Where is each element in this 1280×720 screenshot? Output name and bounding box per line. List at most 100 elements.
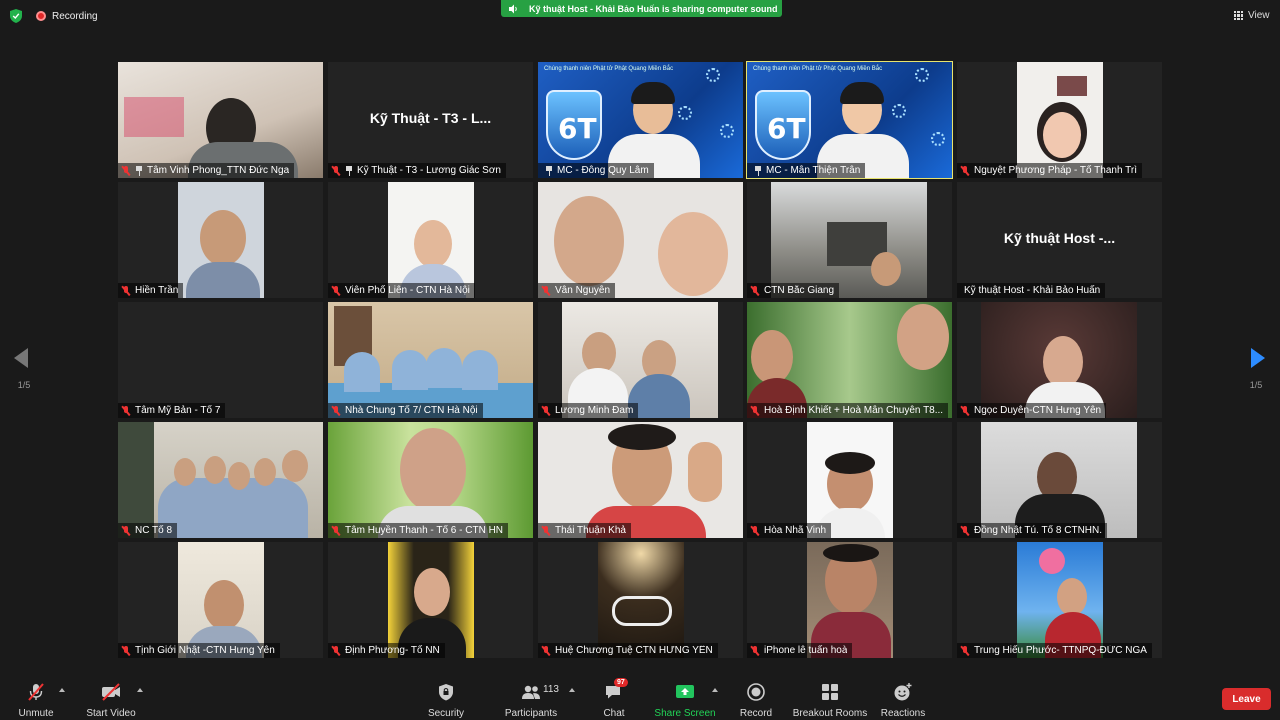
participant-tile[interactable]: Kỹ Thuật - T3 - L... Kỹ Thuật - T3 - Lươ… <box>328 62 533 178</box>
leave-button[interactable]: Leave <box>1222 688 1271 710</box>
meeting-toolbar: Unmute Start Video Security 113 Particip… <box>0 672 1280 720</box>
page-indicator-right: 1/5 <box>1249 380 1263 390</box>
video-feed <box>1017 542 1103 658</box>
participant-tile[interactable]: Tịnh Giới Nhật -CTN Hưng Yên <box>118 542 323 658</box>
breakout-rooms-button[interactable]: Breakout Rooms <box>792 672 868 720</box>
participant-name: Hòa Nhã Vinh <box>764 525 827 536</box>
participant-tile[interactable]: CTN Bắc Giang <box>747 182 952 298</box>
participant-name: Ngọc Duyên-CTN Hưng Yên <box>974 405 1102 416</box>
participant-tile[interactable]: Đồng Nhật Tú. Tổ 8 CTNHN. <box>957 422 1162 538</box>
participant-tile[interactable]: Huệ Chương Tuệ CTN HƯNG YÊN <box>538 542 743 658</box>
participant-tile[interactable]: Tâm Mỹ Bản - Tổ 7 <box>118 302 323 418</box>
participant-name-tag: Tâm Mỹ Bản - Tổ 7 <box>118 403 226 418</box>
participant-name: Định Phương- Tổ NN <box>345 645 440 656</box>
participant-tile[interactable]: Thái Thuận Khả <box>538 422 743 538</box>
mic-muted-icon <box>121 165 131 176</box>
participant-tile[interactable]: Chúng thanh niên Phật tử Phật Quang Miền… <box>538 62 743 178</box>
encryption-shield-icon[interactable] <box>10 9 22 23</box>
participant-name: iPhone lê tuấn hoà <box>764 645 848 656</box>
participant-name-tag: Tịnh Giới Nhật -CTN Hưng Yên <box>118 643 280 658</box>
next-page-arrow-icon[interactable] <box>1251 348 1265 368</box>
participant-tile[interactable]: Tâm Huyền Thanh - Tổ 6 - CTN HN <box>328 422 533 538</box>
participant-name: NC Tổ 8 <box>135 525 173 536</box>
mic-muted-icon <box>750 645 760 656</box>
participants-options-caret-icon[interactable] <box>569 688 575 692</box>
share-screen-icon <box>676 685 694 698</box>
participant-tile[interactable]: Định Phương- Tổ NN <box>328 542 533 658</box>
participant-tile[interactable]: NC Tổ 8 <box>118 422 323 538</box>
speaker-icon <box>509 4 517 13</box>
participant-name: Huệ Chương Tuệ CTN HƯNG YÊN <box>555 645 713 656</box>
share-screen-button[interactable]: Share Screen <box>654 672 716 720</box>
page-indicator-left: 1/5 <box>17 380 31 390</box>
participant-tile[interactable]: Vân Nguyễn <box>538 182 743 298</box>
view-label: View <box>1248 10 1270 21</box>
participant-name-tag: Vân Nguyễn <box>538 283 616 298</box>
start-video-button[interactable]: Start Video <box>82 672 140 720</box>
participant-big-name: Kỹ Thuật - T3 - L... <box>369 110 492 126</box>
participant-tile[interactable]: Hòa Nhã Vinh <box>747 422 952 538</box>
mic-muted-icon <box>750 405 760 416</box>
participant-name: Đồng Nhật Tú. Tổ 8 CTNHN. <box>974 525 1103 536</box>
participant-name: Lương Minh Đam <box>555 405 634 416</box>
view-button[interactable]: View <box>1234 10 1270 21</box>
mic-muted-icon <box>121 285 131 296</box>
participant-tile-active-speaker[interactable]: Chúng thanh niên Phật tử Phật Quang Miền… <box>746 61 953 179</box>
mc-banner-text: Chúng thanh niên Phật tử Phật Quang Miền… <box>753 66 883 72</box>
participant-tile[interactable]: Hoà Định Khiết + Hoà Mẫn Chuyên T8... <box>747 302 952 418</box>
participant-name: Thái Thuận Khả <box>555 525 626 536</box>
video-feed <box>178 542 264 658</box>
participant-tile[interactable]: Lương Minh Đam <box>538 302 743 418</box>
participant-name: Hoà Định Khiết + Hoà Mẫn Chuyên T8... <box>764 405 944 416</box>
participant-tile[interactable]: Tâm Vinh Phong_TTN Đức Nga <box>118 62 323 178</box>
mic-muted-icon <box>121 405 131 416</box>
chat-button[interactable]: 97 Chat <box>596 672 632 720</box>
participant-tile[interactable]: Nguyệt Phương Pháp - Tổ Thanh Trì <box>957 62 1162 178</box>
mic-muted-icon <box>960 165 970 176</box>
security-button[interactable]: Security <box>424 672 468 720</box>
unmute-button[interactable]: Unmute <box>14 672 58 720</box>
mc-banner-text: Chúng thanh niên Phật tử Phật Quang Miền… <box>544 66 674 72</box>
record-button[interactable]: Record <box>736 672 776 720</box>
participant-name-tag: Nhà Chung Tổ 7/ CTN Hà Nội <box>328 403 483 418</box>
audio-options-caret-icon[interactable] <box>59 688 65 692</box>
participant-name: Tâm Huyền Thanh - Tổ 6 - CTN HN <box>345 525 504 536</box>
share-options-caret-icon[interactable] <box>712 688 718 692</box>
participant-name-tag: MC - Mẫn Thiện Trân <box>747 163 866 178</box>
unmute-label: Unmute <box>18 708 54 719</box>
mic-muted-icon <box>750 285 760 296</box>
participant-tile[interactable]: Ngọc Duyên-CTN Hưng Yên <box>957 302 1162 418</box>
video-feed <box>747 302 952 418</box>
record-icon <box>747 683 765 701</box>
participant-tile[interactable]: Kỹ thuật Host -... Kỹ thuật Host - Khải … <box>957 182 1162 298</box>
participants-button[interactable]: 113 Participants <box>503 672 559 720</box>
previous-page-arrow-icon[interactable] <box>14 348 28 368</box>
participant-name-tag: Hoà Định Khiết + Hoà Mẫn Chuyên T8... <box>747 403 949 418</box>
recording-indicator[interactable]: Recording <box>36 9 98 23</box>
pin-icon <box>345 165 353 176</box>
participant-tile[interactable]: Hiền Trần <box>118 182 323 298</box>
chat-unread-badge: 97 <box>614 678 628 687</box>
video-feed <box>981 302 1137 418</box>
mic-muted-icon <box>750 525 760 536</box>
participant-name-tag: Hòa Nhã Vinh <box>747 523 832 538</box>
video-feed <box>388 182 474 298</box>
participant-tile[interactable]: Viên Phổ Liên - CTN Hà Nội <box>328 182 533 298</box>
sharing-sound-banner[interactable]: Kỹ thuật Host - Khải Bảo Huấn is sharing… <box>501 0 782 17</box>
video-options-caret-icon[interactable] <box>137 688 143 692</box>
participant-name-tag: Nguyệt Phương Pháp - Tổ Thanh Trì <box>957 163 1142 178</box>
reactions-button[interactable]: Reactions <box>880 672 926 720</box>
participant-name: Viên Phổ Liên - CTN Hà Nội <box>345 285 470 296</box>
participant-tile[interactable]: Nhà Chung Tổ 7/ CTN Hà Nội <box>328 302 533 418</box>
mic-muted-icon <box>960 645 970 656</box>
participant-name-tag: Huệ Chương Tuệ CTN HƯNG YÊN <box>538 643 718 658</box>
breakout-rooms-icon <box>822 684 838 700</box>
participant-tile[interactable]: Trung Hiếu Phước- TTNPQ-ĐỨC NGA <box>957 542 1162 658</box>
video-feed <box>328 302 533 418</box>
participant-name: CTN Bắc Giang <box>764 285 835 296</box>
participant-name-tag: CTN Bắc Giang <box>747 283 840 298</box>
mic-muted-icon <box>331 165 341 176</box>
grid-view-icon <box>1234 11 1243 20</box>
participants-icon <box>522 685 540 699</box>
participant-tile[interactable]: iPhone lê tuấn hoà <box>747 542 952 658</box>
